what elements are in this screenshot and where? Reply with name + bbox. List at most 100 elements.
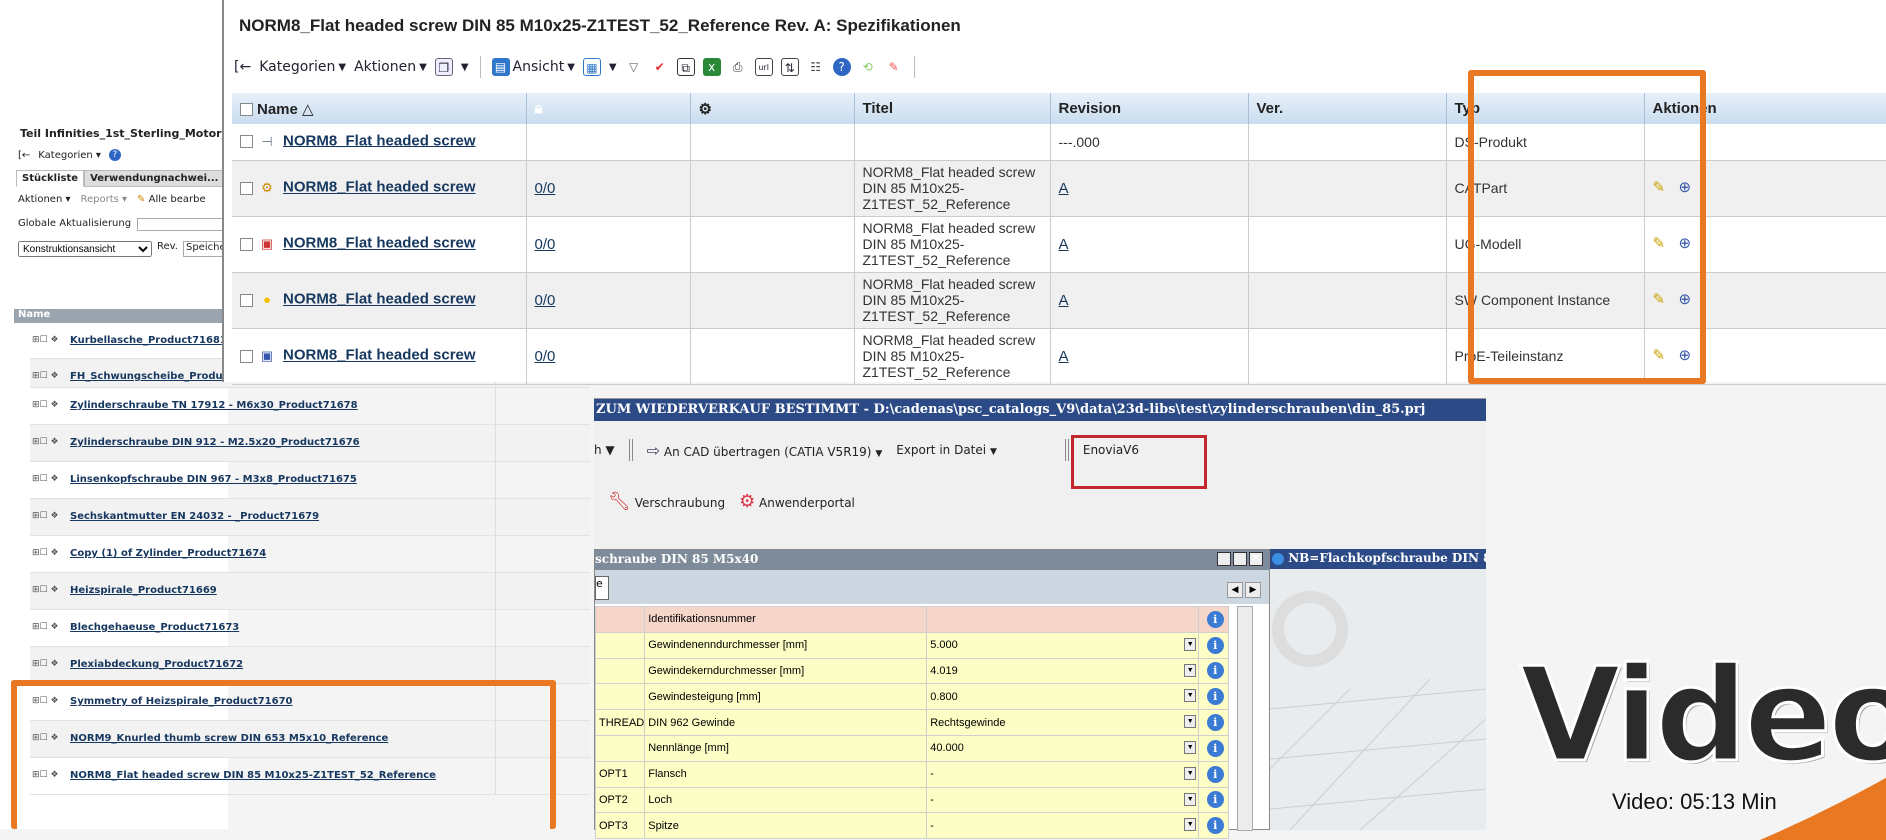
dropdown-arrow-icon[interactable]: ▼ (1184, 740, 1197, 754)
files-link[interactable]: 0/0 (535, 292, 556, 309)
minimize-icon[interactable] (1217, 552, 1231, 566)
files-link[interactable]: 0/0 (535, 180, 556, 197)
files-link[interactable]: 0/0 (535, 236, 556, 253)
row-checkbox[interactable] (240, 293, 253, 307)
tree-item-link[interactable]: Blechgehaeuse_Product71673 (70, 622, 239, 633)
help-icon[interactable]: ? (108, 149, 121, 161)
expand-checkbox-icon[interactable]: ⊞☐ ❖ (32, 335, 59, 345)
dropdown-arrow-icon[interactable]: ▼ (1184, 689, 1197, 703)
bom-categories-menu[interactable]: Kategorien ▾ (38, 150, 101, 161)
expand-checkbox-icon[interactable]: ⊞☐ ❖ (32, 437, 59, 447)
copy-dropdown-icon[interactable]: ▼ (461, 62, 469, 73)
property-value-field[interactable]: 0.800 ▼ (926, 683, 1200, 711)
row-checkbox[interactable] (240, 349, 253, 363)
info-icon[interactable]: i (1206, 662, 1224, 680)
tab-stub[interactable]: e (595, 576, 609, 600)
table-icon[interactable]: ▦ (582, 58, 601, 76)
row-name-link[interactable]: NORM8_Flat headed screw (283, 179, 476, 196)
info-icon[interactable]: i (1206, 765, 1224, 783)
info-icon[interactable]: i (1206, 610, 1224, 628)
tree-item-link[interactable]: Heizspirale_Product71669 (70, 585, 217, 596)
files-link[interactable]: 0/0 (535, 348, 556, 365)
tab-where-used[interactable]: Verwendungnachwei... (84, 170, 225, 187)
view-menu[interactable]: ▤ Ansicht ▼ (491, 58, 575, 76)
property-row[interactable]: OPT3 Spitze - ▼ i (594, 812, 1230, 840)
expand-checkbox-icon[interactable]: ⊞☐ ❖ (32, 371, 59, 381)
tree-row[interactable]: ⊞☐ ❖ Copy (1) of Zylinder_Product71674 (30, 536, 590, 573)
row-checkbox[interactable] (240, 181, 253, 195)
property-value-field[interactable]: - ▼ (926, 812, 1200, 840)
dropdown-arrow-icon[interactable]: ▼ (1184, 637, 1197, 651)
row-checkbox[interactable] (240, 237, 253, 251)
back-icon[interactable]: [← (234, 59, 251, 75)
3d-viewer[interactable]: NB=Flachkopfschraube DIN 85 (1269, 549, 1487, 831)
property-row[interactable]: Nennlänge [mm] 40.000 ▼ i (594, 734, 1230, 762)
info-icon[interactable]: i (1206, 636, 1224, 654)
close-icon[interactable]: ✕ (1249, 552, 1263, 566)
tree-item-link[interactable]: FH_Schwungscheibe_Produ (70, 371, 223, 382)
cad-transfer-button[interactable]: ⇨ An CAD übertragen (CATIA V5R19) ▼ (647, 441, 883, 460)
property-row[interactable]: Identifikationsnummer i (594, 606, 1230, 633)
dropdown-arrow-icon[interactable]: ▼ (1184, 818, 1197, 832)
compare-icon[interactable]: ⧉ (676, 58, 695, 76)
dropdown-arrow-icon[interactable]: ▼ (1184, 766, 1197, 780)
maximize-icon[interactable] (1233, 552, 1247, 566)
categories-menu[interactable]: Kategorien ▼ (259, 59, 346, 75)
property-value-field[interactable] (926, 606, 1200, 633)
help-icon[interactable]: ? (832, 58, 851, 76)
bom-actions-menu[interactable]: Aktionen ▾ (18, 194, 70, 205)
tree-item-link[interactable]: Sechskantmutter EN 24032 - _Product71679 (70, 511, 319, 522)
col-revision[interactable]: Revision (1050, 93, 1249, 124)
tree-row[interactable]: ⊞☐ ❖ Blechgehaeuse_Product71673 (30, 610, 590, 647)
bom-name-header[interactable]: Name (14, 309, 228, 323)
expand-checkbox-icon[interactable]: ⊞☐ ❖ (32, 548, 59, 558)
table-dropdown-icon[interactable]: ▼ (609, 62, 617, 73)
tree-item-link[interactable]: Kurbellasche_Product71681 (70, 335, 227, 346)
property-row[interactable]: OPT2 Loch - ▼ i (594, 786, 1230, 814)
copy-icon[interactable]: ❐ (434, 58, 453, 76)
row-name-link[interactable]: NORM8_Flat headed screw (283, 235, 476, 252)
refresh-icon[interactable]: ⟲ (859, 58, 877, 76)
tree-item-link[interactable]: Plexiabdeckung_Product71672 (70, 659, 243, 670)
row-name-link[interactable]: NORM8_Flat headed screw (283, 291, 476, 308)
info-icon[interactable]: i (1206, 791, 1224, 809)
property-row[interactable]: Gewindenenndurchmesser [mm] 5.000 ▼ i (594, 631, 1230, 659)
col-version[interactable]: Ver. (1248, 93, 1447, 124)
property-row[interactable]: OPT1 Flansch - ▼ i (594, 760, 1230, 788)
tree-item-link[interactable]: Zylinderschraube TN 17912 - M6x30_Produc… (70, 400, 358, 411)
bom-reports-menu[interactable]: Reports ▾ (80, 194, 127, 205)
edit-all-button[interactable]: ✎ Alle bearbe (137, 194, 206, 205)
col-files[interactable]: 🔒︎ (526, 93, 691, 124)
revision-link[interactable]: A (1059, 292, 1069, 309)
tree-item-link[interactable]: Zylinderschraube DIN 912 - M2.5x20_Produ… (70, 437, 360, 448)
expand-checkbox-icon[interactable]: ⊞☐ ❖ (32, 585, 59, 595)
tree-row[interactable]: ⊞☐ ❖ Linsenkopfschraube DIN 967 - M3x8_Pr… (30, 462, 590, 499)
tree-row[interactable]: ⊞☐ ❖ Sechskantmutter EN 24032 - _Product7… (30, 499, 590, 536)
back-icon[interactable]: [← (18, 150, 30, 161)
row-name-link[interactable]: NORM8_Flat headed screw (283, 132, 476, 149)
property-value-field[interactable]: Rechtsgewinde ▼ (926, 709, 1200, 736)
property-value-field[interactable]: 4.019 ▼ (926, 657, 1200, 685)
tab-right-icon[interactable]: ▶ (1245, 582, 1261, 598)
info-icon[interactable]: i (1206, 688, 1224, 706)
global-update-input[interactable] (137, 218, 228, 231)
tab-bom[interactable]: Stückliste (16, 170, 85, 187)
col-name[interactable]: Name △ (232, 93, 527, 124)
print-icon[interactable]: ⎙ (729, 58, 747, 76)
dropdown-arrow-icon[interactable]: ▼ (1184, 715, 1197, 729)
excel-export-icon[interactable]: x (702, 58, 721, 76)
tree-row[interactable]: ⊞☐ ❖ Plexiabdeckung_Product71672 (30, 647, 590, 684)
property-value-field[interactable]: - ▼ (926, 760, 1200, 788)
filter-icon[interactable]: ▽ (625, 58, 643, 76)
screwing-button[interactable]: 🔧︎ Verschraubung (608, 491, 725, 512)
tree-item-link[interactable]: Copy (1) of Zylinder_Product71674 (70, 548, 266, 559)
expand-checkbox-icon[interactable]: ⊞☐ ❖ (32, 511, 59, 521)
dropdown-arrow-icon[interactable]: ▼ (1184, 663, 1197, 677)
actions-menu[interactable]: Aktionen ▼ (354, 59, 427, 75)
user-portal-button[interactable]: ⚙ Anwenderportal (739, 491, 855, 512)
col-structure[interactable]: ⚙ (690, 93, 855, 124)
revision-link[interactable]: A (1059, 236, 1069, 253)
tab-left-icon[interactable]: ◀ (1227, 582, 1243, 598)
revision-link[interactable]: A (1059, 348, 1069, 365)
expand-checkbox-icon[interactable]: ⊞☐ ❖ (32, 659, 59, 669)
